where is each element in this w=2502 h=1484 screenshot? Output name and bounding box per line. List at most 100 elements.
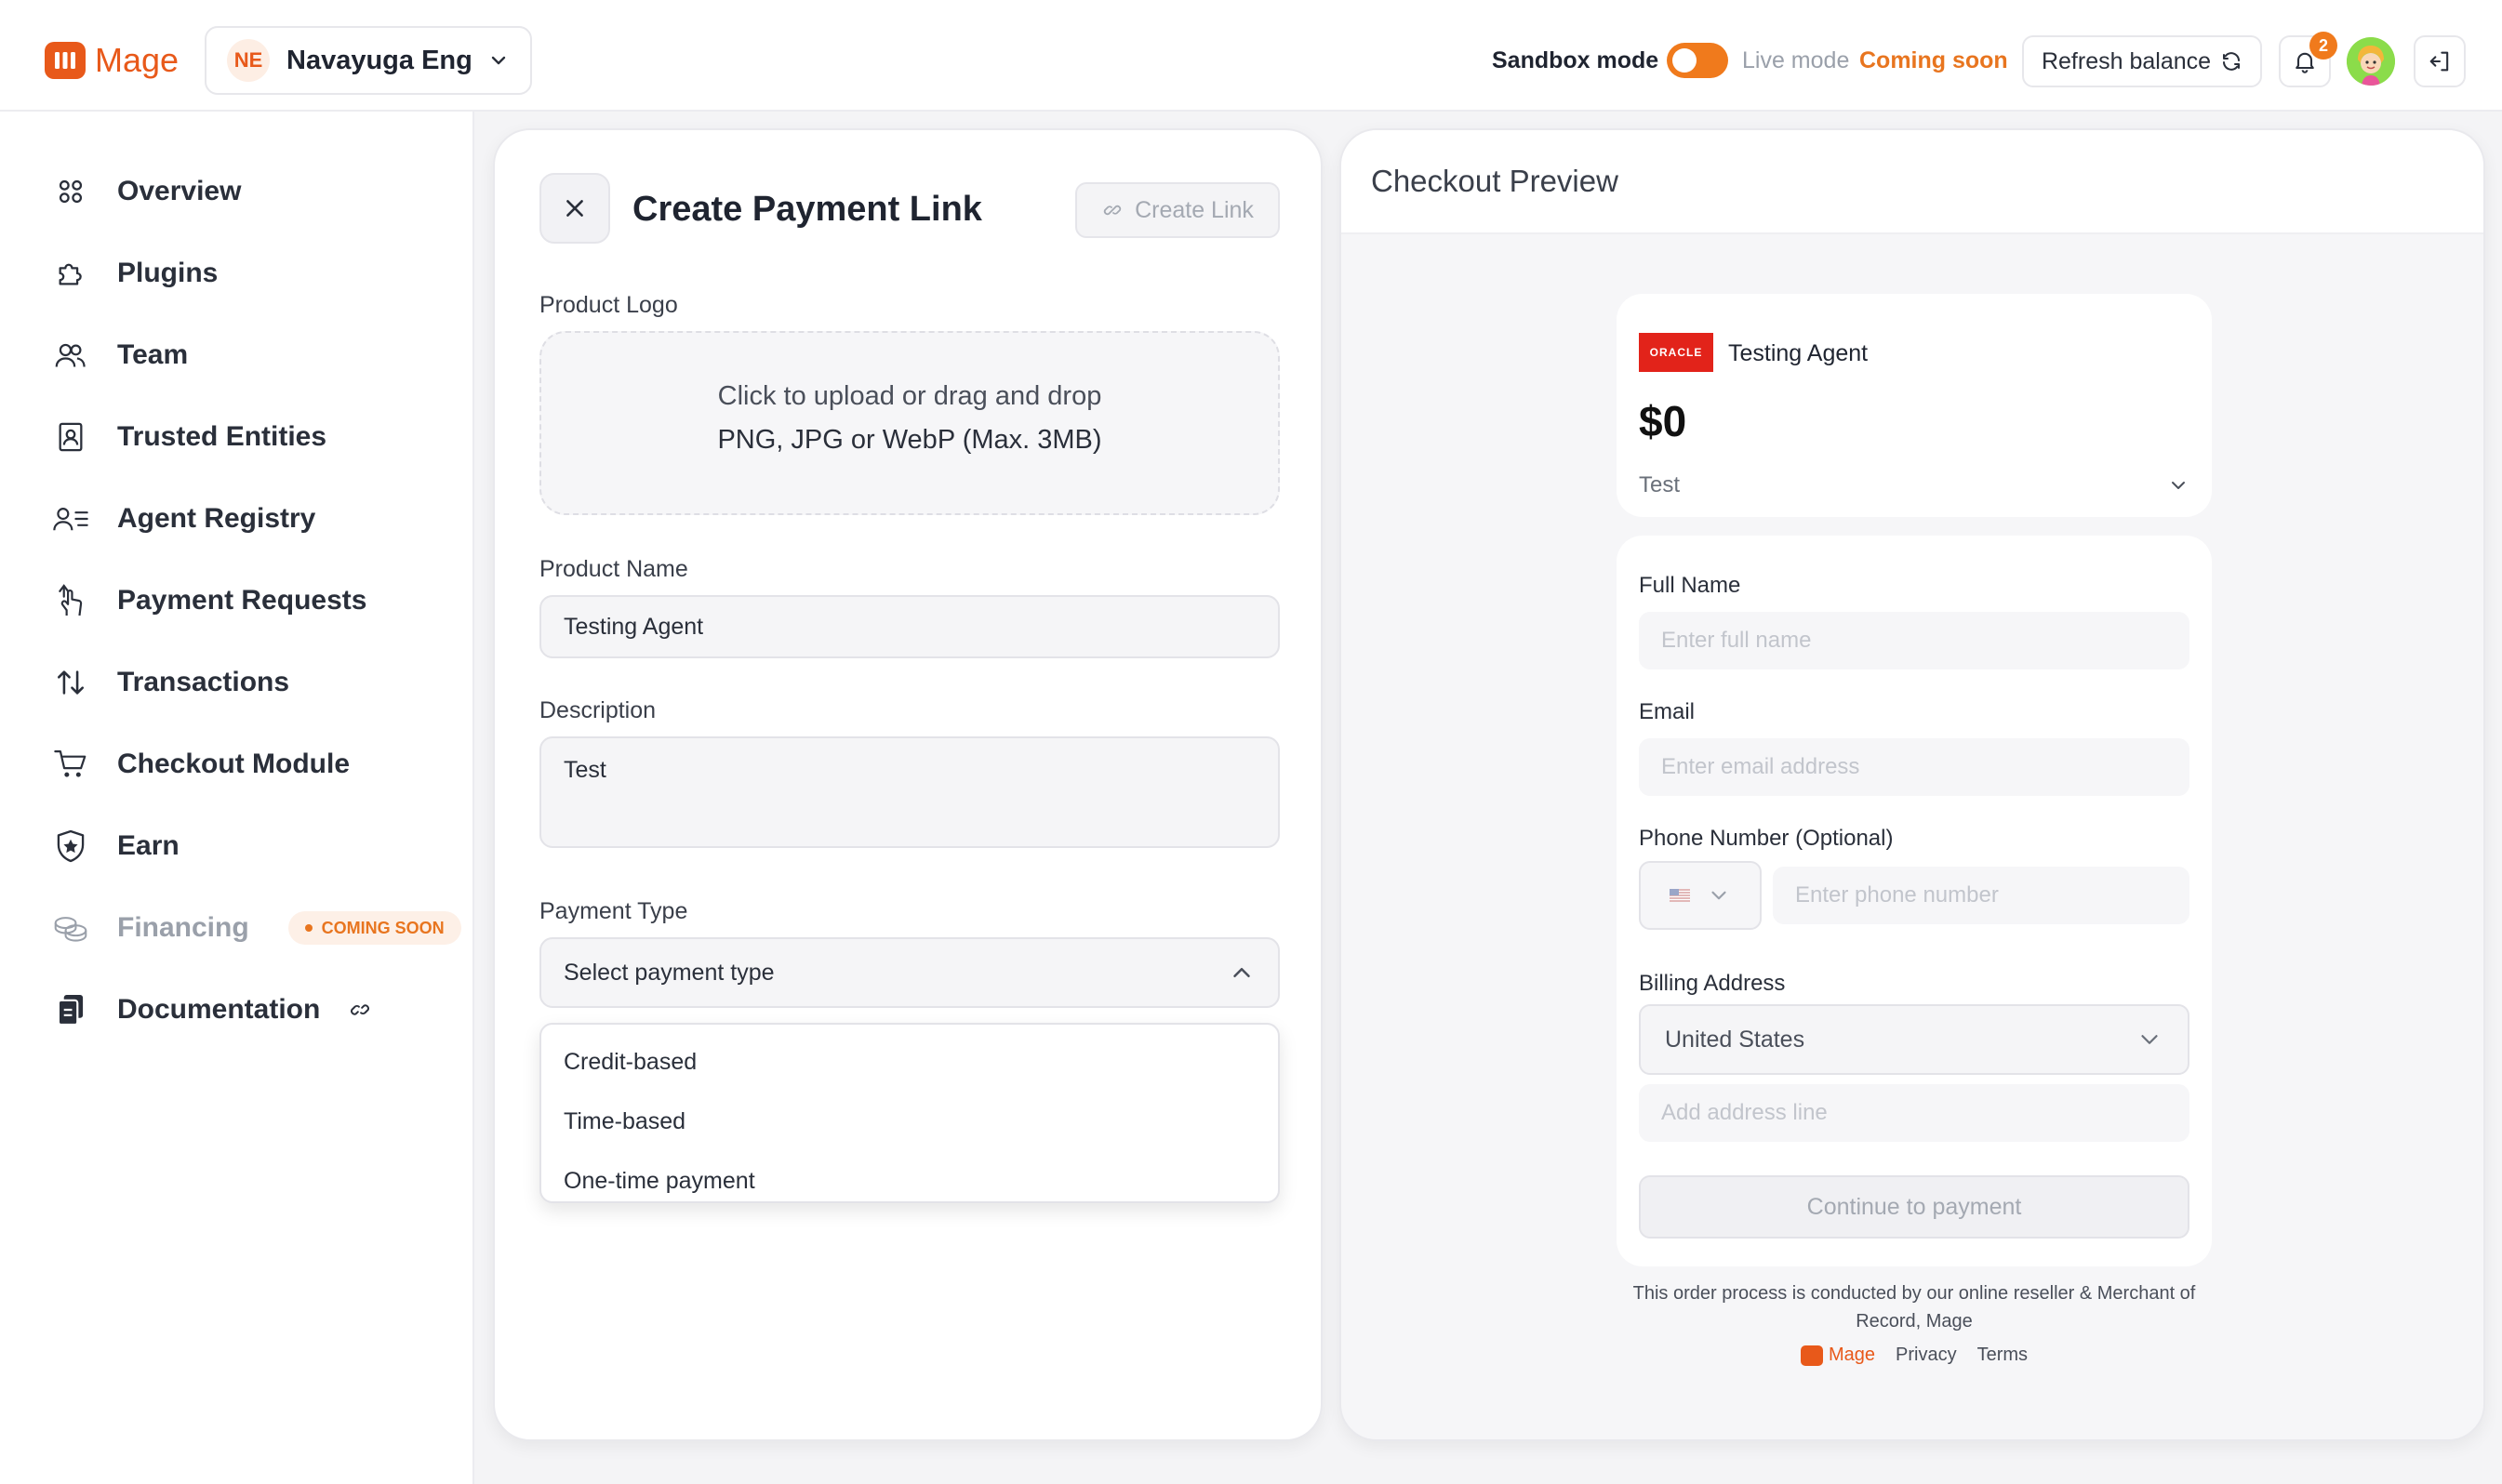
id-card-icon (52, 418, 89, 456)
live-mode-label: Live mode (1742, 47, 1850, 73)
sidebar-item-financing[interactable]: Financing COMING SOON (52, 900, 461, 956)
sandbox-mode-toggle[interactable] (1667, 43, 1728, 78)
sidebar-item-earn[interactable]: Earn (52, 818, 180, 874)
logout-button[interactable] (2414, 35, 2466, 87)
logout-icon (2427, 48, 2453, 74)
chevron-up-icon (1228, 959, 1256, 987)
sidebar-item-label: Documentation (117, 994, 321, 1025)
sidebar-item-label: Earn (117, 830, 180, 861)
sidebar-item-team[interactable]: Team (52, 327, 188, 383)
sidebar-item-label: Plugins (117, 258, 219, 288)
address-line-input[interactable]: Add address line (1639, 1084, 2189, 1142)
product-name-input[interactable]: Testing Agent (539, 595, 1280, 658)
email-label: Email (1639, 699, 1696, 724)
sidebar-item-overview[interactable]: Overview (52, 164, 241, 219)
upload-file-types: PNG, JPG or WebP (Max. 3MB) (717, 425, 1102, 455)
product-name: Testing Agent (1728, 340, 1869, 366)
checkout-form-card: Full Name Enter full name Email Enter em… (1617, 536, 2212, 1266)
close-button[interactable] (539, 173, 610, 244)
product-logo-upload[interactable]: Click to upload or drag and drop PNG, JP… (539, 331, 1280, 515)
sidebar: Overview Plugins Team Trusted Entities A… (0, 112, 474, 1484)
sidebar-item-label: Checkout Module (117, 749, 351, 779)
sidebar-item-plugins[interactable]: Plugins (52, 245, 218, 301)
docs-icon (52, 991, 89, 1028)
refresh-balance-button[interactable]: Refresh balance (2022, 35, 2262, 87)
privacy-link[interactable]: Privacy (1896, 1345, 1957, 1366)
puzzle-icon (52, 255, 89, 292)
full-name-input[interactable]: Enter full name (1639, 612, 2189, 669)
external-link-icon (348, 998, 372, 1022)
chevron-down-icon[interactable] (2167, 474, 2189, 497)
sidebar-item-label: Team (117, 339, 189, 370)
create-link-label: Create Link (1135, 196, 1254, 223)
phone-label: Phone Number (Optional) (1639, 826, 1894, 851)
dot-icon (304, 924, 313, 932)
user-list-icon (52, 500, 89, 537)
sidebar-item-label: Overview (117, 176, 242, 206)
chevron-down-icon (1707, 883, 1731, 908)
brand-logo[interactable]: Mage (45, 41, 179, 80)
continue-to-payment-button[interactable]: Continue to payment (1639, 1175, 2189, 1239)
org-name: Navayuga Eng (286, 45, 472, 75)
product-summary-card: ORACLE Testing Agent $0 Test (1617, 294, 2212, 517)
billing-address-label: Billing Address (1639, 971, 1786, 996)
payment-type-option-credit-based[interactable]: Credit-based (541, 1032, 1278, 1092)
sidebar-item-checkout-module[interactable]: Checkout Module (52, 736, 350, 792)
description-label: Description (539, 697, 657, 723)
merchant-of-record-note: This order process is conducted by our o… (1632, 1283, 2196, 1332)
email-input[interactable]: Enter email address (1639, 738, 2189, 796)
top-bar: Mage NE Navayuga Eng Sandbox mode Live m… (0, 0, 2502, 112)
org-switcher[interactable]: NE Navayuga Eng (205, 26, 532, 95)
create-link-button[interactable]: Create Link (1075, 182, 1280, 238)
preview-header: Checkout Preview (1341, 130, 2483, 234)
chevron-down-icon (487, 49, 510, 72)
description-textarea[interactable]: Test (539, 736, 1280, 848)
terms-link[interactable]: Terms (1977, 1345, 2028, 1366)
arrows-up-down-icon (52, 664, 89, 701)
mage-logo-icon (1800, 1345, 1823, 1366)
grid-icon (52, 173, 89, 210)
refresh-balance-label: Refresh balance (2041, 47, 2212, 74)
payment-type-option-time-based[interactable]: Time-based (541, 1092, 1278, 1151)
sidebar-item-agent-registry[interactable]: Agent Registry (52, 491, 315, 547)
preview-footer: Mage Privacy Terms (1341, 1345, 2483, 1366)
sidebar-item-label: Agent Registry (117, 503, 316, 534)
sandbox-mode-label: Sandbox mode (1492, 47, 1659, 73)
payment-type-dropdown: Credit-based Time-based One-time payment (539, 1023, 1280, 1203)
sidebar-item-label: Trusted Entities (117, 421, 327, 452)
sidebar-item-label: Financing (117, 912, 249, 943)
brand-name: Mage (95, 41, 180, 79)
coming-soon-badge: COMING SOON (287, 911, 461, 945)
sidebar-item-documentation[interactable]: Documentation (52, 982, 372, 1038)
cart-icon (52, 746, 89, 783)
chevron-down-icon (2136, 1026, 2163, 1053)
sidebar-item-payment-requests[interactable]: Payment Requests (52, 573, 366, 629)
live-mode-coming-soon: Coming soon (1859, 47, 2008, 73)
close-icon (563, 196, 587, 220)
coins-icon (52, 909, 89, 947)
create-payment-link-panel: Create Payment Link Create Link Product … (493, 128, 1323, 1441)
country-select[interactable]: United States (1639, 1004, 2189, 1075)
sidebar-item-trusted-entities[interactable]: Trusted Entities (52, 409, 326, 465)
notification-count-badge: 2 (2309, 32, 2337, 60)
product-logo: ORACLE (1639, 333, 1713, 372)
payment-type-label: Payment Type (539, 898, 688, 924)
sidebar-item-transactions[interactable]: Transactions (52, 655, 289, 710)
payment-type-select[interactable]: Select payment type (539, 937, 1280, 1008)
payment-type-placeholder: Select payment type (564, 959, 775, 986)
phone-input[interactable]: Enter phone number (1773, 867, 2189, 924)
avatar[interactable] (2347, 37, 2395, 86)
footer-brand[interactable]: Mage (1800, 1345, 1875, 1366)
payment-type-option-one-time[interactable]: One-time payment (541, 1151, 1278, 1211)
toggle-knob (1672, 48, 1697, 73)
us-flag-icon (1670, 889, 1690, 902)
refresh-icon (2220, 50, 2242, 73)
checkout-preview-panel: Checkout Preview ORACLE Testing Agent $0… (1339, 128, 2485, 1441)
sidebar-item-label: Transactions (117, 667, 290, 697)
page-title: Create Payment Link (632, 190, 982, 229)
product-logo-label: Product Logo (539, 292, 678, 318)
mage-logo-icon (45, 42, 86, 79)
sidebar-item-label: Payment Requests (117, 585, 367, 616)
link-icon (1101, 199, 1124, 221)
country-code-select[interactable] (1639, 861, 1762, 930)
